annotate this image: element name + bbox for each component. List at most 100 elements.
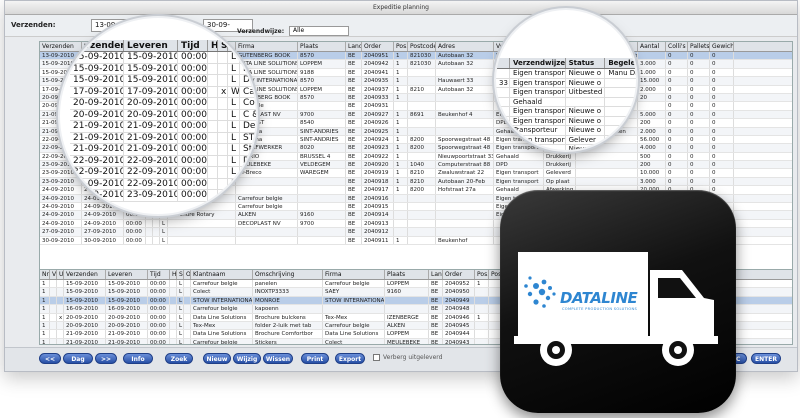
table-cell: 30-09-2010	[82, 236, 124, 244]
table-cell: 0	[666, 60, 688, 68]
col-header: H	[208, 40, 218, 51]
table-cell: 00:00	[178, 86, 208, 97]
table-cell: 8200	[408, 186, 436, 194]
table-cell: 22-09-2010	[124, 178, 178, 189]
table-cell: L	[228, 75, 240, 86]
table-cell	[153, 219, 160, 228]
table-cell: 00:00	[124, 219, 146, 228]
table-cell: Data Line Solutions	[323, 330, 385, 338]
table-cell: 8570	[298, 77, 346, 85]
export-button[interactable]: Export	[335, 353, 365, 364]
table-cell	[50, 296, 57, 305]
table-cell: 00:00	[178, 75, 208, 86]
table-cell: W	[228, 86, 240, 97]
table-cell: BE	[346, 110, 362, 119]
hide-delivered-checkbox[interactable]	[373, 354, 380, 361]
table-cell	[218, 144, 228, 155]
table-cell: 22-09-2010	[124, 155, 178, 166]
table-cell: BE	[346, 161, 362, 169]
table-cell: 21-09-2010	[124, 132, 178, 143]
table-cell: 21-09-2010	[64, 330, 106, 338]
enter-button[interactable]: ENTER	[751, 353, 781, 364]
table-cell: ALKEN	[385, 321, 429, 330]
table-cell: 21-09-2010	[124, 121, 178, 132]
table-cell: 00:00	[148, 288, 170, 296]
table-cell: 3.000	[638, 177, 666, 186]
table-cell: 0	[710, 135, 734, 144]
table-cell: Manu Dierickx Vaasthers	[605, 69, 636, 78]
table-cell	[218, 167, 228, 178]
table-cell: folder 2-luik met tab	[253, 321, 323, 330]
table-cell	[208, 52, 218, 63]
table-cell	[50, 313, 57, 321]
table-cell	[576, 169, 638, 177]
table-cell	[576, 161, 638, 169]
table-cell: 15-09-2010	[124, 75, 178, 86]
col-header: U	[59, 270, 64, 279]
table-cell	[496, 126, 510, 135]
table-cell: 0	[710, 102, 734, 110]
table-cell: 2040950	[443, 288, 475, 296]
table-cell: L	[228, 155, 240, 166]
table-cell: 1	[40, 321, 50, 330]
col-header: Verzenden	[70, 40, 124, 51]
table-cell: 5.000	[638, 110, 666, 119]
table-cell: BRUSSEL 4	[298, 152, 346, 161]
table-cell: Eigen transport	[510, 88, 566, 97]
table-cell	[170, 330, 177, 338]
table-cell: 0	[666, 144, 688, 152]
table-cell: 1	[394, 152, 408, 161]
table-cell	[208, 132, 218, 143]
next-day-button[interactable]: >>	[95, 353, 117, 364]
table-cell	[57, 338, 64, 344]
table-cell: 0	[688, 127, 710, 135]
table-cell: 821030	[408, 52, 436, 60]
table-cell: Drukkerij	[544, 161, 576, 169]
table-cell: Spoorwegstraat 48	[436, 135, 494, 144]
table-cell: 0	[710, 60, 734, 68]
table-cell	[218, 155, 228, 166]
table-cell: 0	[666, 135, 688, 144]
table-cell	[146, 219, 153, 228]
new-button[interactable]: Nieuw	[203, 353, 231, 364]
col-header: Plaats	[298, 42, 346, 51]
table-cell: Tex-Mex	[191, 321, 253, 330]
delete-button[interactable]: Wissen	[263, 353, 293, 364]
table-cell	[394, 219, 408, 228]
table-cell: 33	[496, 116, 510, 125]
search-button[interactable]: Zoek	[165, 353, 193, 364]
table-cell: Nieuwe o	[566, 69, 606, 78]
table-cell: 8200	[408, 144, 436, 152]
dataline-tagline: COMPLETE PRODUCTION SOLUTIONS	[562, 307, 638, 311]
table-cell: Eigen transport	[510, 107, 566, 116]
table-cell	[408, 228, 436, 236]
prev-day-button[interactable]: <<	[39, 353, 61, 364]
table-cell	[218, 178, 228, 189]
table-cell: 24-09-2010	[82, 219, 124, 228]
table-cell: 15-09-2010	[64, 296, 106, 305]
table-cell: 00:00	[178, 167, 208, 178]
table-cell: 1	[40, 330, 50, 338]
table-cell: L	[179, 280, 184, 288]
table-cell: 0	[688, 77, 710, 85]
day-button[interactable]: Dag	[63, 353, 93, 364]
table-cell: 8210	[408, 177, 436, 186]
table-cell	[170, 305, 177, 313]
table-cell: 1	[475, 313, 489, 321]
table-cell: 2040920	[362, 161, 394, 169]
table-cell: BE	[346, 102, 362, 110]
edit-button[interactable]: Wijzig	[233, 353, 261, 364]
print-button[interactable]: Print	[301, 353, 329, 364]
table-cell: L	[228, 52, 240, 63]
table-cell: Beukenhof	[436, 236, 494, 244]
ship-mode-select[interactable]: Alle	[289, 26, 349, 36]
info-button[interactable]: Info	[123, 353, 153, 364]
table-cell: 0	[666, 85, 688, 93]
magnifier-row: 20-09-201020-09-201000:00LColec	[70, 98, 256, 110]
ship-mode-label: Verzendwijze:	[237, 28, 285, 35]
table-cell: Carrefour belgie	[191, 338, 253, 344]
table-cell: 2040952	[443, 280, 475, 288]
table-cell	[408, 68, 436, 77]
table-cell	[218, 75, 228, 86]
table-cell: 56.000	[638, 135, 666, 144]
